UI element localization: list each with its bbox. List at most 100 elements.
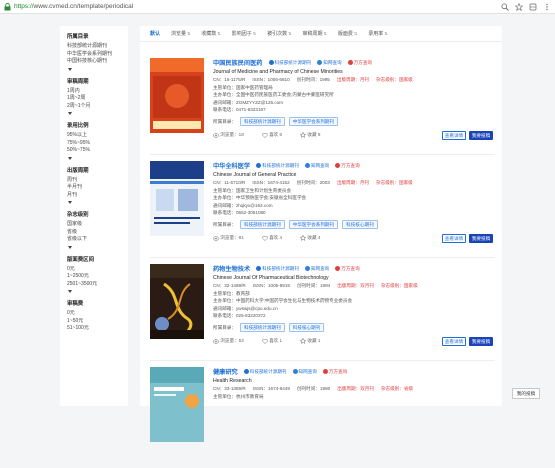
badge-stat-source[interactable]: 科技部统计源期刊 <box>256 163 299 169</box>
tab-acceptance[interactable]: 录用率 ⇅ <box>368 30 387 37</box>
extensions-icon[interactable] <box>528 2 537 11</box>
badge-wanfang[interactable]: 万方查询 <box>335 266 360 272</box>
tab-views[interactable]: 浏览量 ⇅ <box>171 30 190 37</box>
badge-label: 科技部统计源期刊 <box>262 265 299 271</box>
badge-stat-source[interactable]: 科技部统计源期刊 <box>268 60 311 66</box>
reader-icon[interactable] <box>500 2 509 11</box>
url-path: www.cvmed.cn/template/periodical <box>33 3 134 10</box>
expand-arrow-icon[interactable] <box>68 245 72 249</box>
catalog-tag[interactable]: 科技核心期刊 <box>288 323 325 332</box>
journal-cover[interactable] <box>150 264 204 339</box>
catalog-tag[interactable]: 科技部统计源期刊 <box>239 117 285 126</box>
catalog-tag[interactable]: 科技部统计源期刊 <box>239 323 285 332</box>
filter-option[interactable]: 国家级 <box>67 221 121 229</box>
submit-manuscript-button[interactable]: 我要投稿 <box>469 337 493 346</box>
organizer: 主办单位：中国药科大学;中国药学会生化与生物技术药物专业委员会 <box>213 298 353 303</box>
sort-arrow-icon: ⇅ <box>187 31 191 36</box>
badge-cnki[interactable]: 知网查询 <box>317 60 342 66</box>
filter-option[interactable]: 2501~3500元 <box>67 281 121 289</box>
heart-icon <box>262 132 268 138</box>
submit-manuscript-button[interactable]: 我要投稿 <box>469 234 493 243</box>
filter-option[interactable]: 1~2500元 <box>67 273 121 281</box>
tab-favorites[interactable]: 收藏数 ⇅ <box>201 30 220 37</box>
journal-title[interactable]: 健康研究 <box>213 367 238 376</box>
submit-manuscript-button[interactable]: 我要投稿 <box>469 131 493 140</box>
journal-title[interactable]: 中华全科医学 <box>213 161 250 170</box>
expand-arrow-icon[interactable] <box>68 156 72 160</box>
my-submissions-button[interactable]: 我的投稿 <box>512 388 540 399</box>
journal-cover[interactable] <box>150 161 204 236</box>
filter-title: 所属目录 <box>67 34 89 40</box>
sort-arrow-icon: ⇅ <box>217 31 221 36</box>
catalog-tag[interactable]: 科技核心期刊 <box>342 220 378 229</box>
badge-stat-source[interactable]: 科技部统计源期刊 <box>243 369 287 375</box>
filter-option[interactable]: 1周~2周 <box>67 95 121 103</box>
filter-option[interactable]: 中国科技核心期刊 <box>67 58 121 66</box>
filter-option[interactable]: 省级 <box>67 229 121 237</box>
badge-label: 知网查询 <box>310 265 330 271</box>
tab-citations[interactable]: 被引次数 ⇅ <box>267 30 291 37</box>
menu-icon[interactable] <box>542 2 551 11</box>
expand-arrow-icon[interactable] <box>68 290 72 293</box>
tab-page-fee[interactable]: 版面费 ⇅ <box>338 30 357 37</box>
filter-option[interactable]: 50%~75% <box>67 147 121 155</box>
publication-frequency: 出版周期：双月刊 <box>337 386 374 391</box>
filter-option[interactable]: 月刊 <box>67 192 121 200</box>
founded-year: 创刊时间：2003 <box>296 180 330 185</box>
publication-frequency: 出版周期：双月刊 <box>337 283 374 288</box>
like-button[interactable]: 喜欢 6 <box>262 132 291 138</box>
like-button[interactable]: 喜欢 1 <box>262 338 291 344</box>
catalog-tag[interactable]: 科技部统计源期刊 <box>239 220 285 229</box>
filter-option[interactable]: 51~100元 <box>67 325 121 333</box>
favorite-button[interactable]: 收藏 1 <box>300 338 329 344</box>
journal-title[interactable]: 药物生物技术 <box>213 264 250 273</box>
badge-wanfang[interactable]: 万方查询 <box>322 369 347 375</box>
journal-cover[interactable] <box>150 58 204 133</box>
filter-option[interactable]: 省级以下 <box>67 236 121 244</box>
tab-impact-factor[interactable]: 影响因子 ⇅ <box>232 30 256 37</box>
star-icon[interactable] <box>514 2 523 11</box>
filter-option[interactable]: 半月刊 <box>67 184 121 192</box>
filter-option[interactable]: 1周内 <box>67 88 121 96</box>
catalog-tags: 所属目录： 科技部统计源期刊 科技核心期刊 <box>213 323 495 332</box>
filter-option[interactable]: 1~50元 <box>67 318 121 326</box>
expand-arrow-icon[interactable] <box>68 201 72 204</box>
journal-card: 中国民族民间医药 科技部统计源期刊 知网查询 万方查询 Journal of M… <box>150 54 495 159</box>
tab-review-cycle[interactable]: 审稿周期 ⇅ <box>303 30 327 37</box>
cnki-icon <box>292 369 298 374</box>
star-outline-icon <box>300 338 307 344</box>
like-button[interactable]: 喜欢 4 <box>262 235 291 241</box>
eye-icon <box>213 235 219 241</box>
filter-option[interactable]: 中华医学会系列期刊 <box>67 51 121 59</box>
badge-cnki[interactable]: 知网查询 <box>304 265 330 272</box>
badge-cnki[interactable]: 知网查询 <box>304 163 329 169</box>
filter-option[interactable]: 2周~1个月 <box>67 103 121 111</box>
filter-title: 审稿费 <box>67 301 84 307</box>
view-detail-button[interactable]: 查看详情 <box>442 234 466 243</box>
catalog-tag[interactable]: 中华医学会系列期刊 <box>288 117 339 126</box>
badge-wanfang[interactable]: 万方查询 <box>347 60 372 66</box>
badge-wanfang[interactable]: 万方查询 <box>335 163 360 169</box>
filter-option[interactable]: 0元 <box>67 266 121 274</box>
view-detail-button[interactable]: 查看详情 <box>442 337 466 346</box>
journal-cover[interactable] <box>150 367 204 442</box>
favorite-button[interactable]: 收藏 8 <box>300 132 329 138</box>
filter-option[interactable]: 95%以上 <box>67 132 121 140</box>
filter-option[interactable]: 科技部统计源期刊 <box>67 43 121 51</box>
badge-stat-source[interactable]: 科技部统计源期刊 <box>256 266 299 272</box>
filter-option[interactable]: 0元 <box>67 310 121 318</box>
sponsor: 主管单位：国家卫生和计划生育委员会 <box>213 187 292 193</box>
filter-option[interactable]: 周刊 <box>67 177 121 185</box>
view-detail-button[interactable]: 查看详情 <box>442 131 466 140</box>
expand-arrow-icon[interactable] <box>68 112 72 115</box>
url-text[interactable]: https://www.cvmed.cn/template/periodical <box>14 3 133 10</box>
filter-option[interactable]: 75%~95% <box>67 140 121 148</box>
star-outline-icon <box>300 235 307 241</box>
url-protocol: https:// <box>14 3 34 10</box>
tab-default[interactable]: 默认 <box>150 30 160 37</box>
expand-arrow-icon[interactable] <box>68 67 72 71</box>
favorite-button[interactable]: 收藏 4 <box>300 235 329 241</box>
catalog-tag[interactable]: 中华医学会系列期刊 <box>288 220 339 229</box>
badge-cnki[interactable]: 知网查询 <box>292 369 317 375</box>
journal-title[interactable]: 中国民族民间医药 <box>213 58 263 67</box>
